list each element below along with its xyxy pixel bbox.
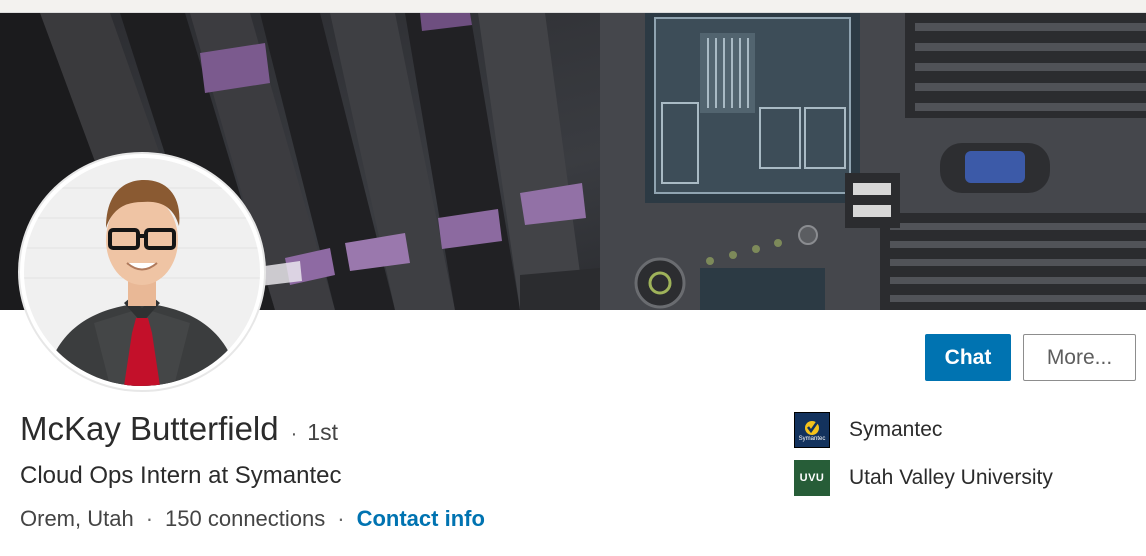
- name-row: McKay Butterfield · 1st: [20, 410, 338, 448]
- uvu-logo-icon: UVU: [794, 460, 830, 496]
- meta-separator: ·: [145, 506, 154, 531]
- org-label: Symantec: [849, 418, 943, 441]
- profile-headline: Cloud Ops Intern at Symantec: [20, 462, 342, 489]
- contact-info-link[interactable]: Contact info: [357, 506, 485, 532]
- profile-meta: Orem, Utah · 150 connections · Contact i…: [20, 506, 485, 532]
- connection-degree: 1st: [307, 419, 338, 445]
- more-button[interactable]: More...: [1023, 334, 1136, 381]
- org-item-uvu[interactable]: UVU Utah Valley University: [794, 460, 1053, 496]
- profile-location: Orem, Utah: [20, 506, 134, 531]
- connections-count[interactable]: 150 connections: [165, 506, 325, 532]
- chat-button[interactable]: Chat: [925, 334, 1011, 381]
- symantec-logo-icon: Symantec: [794, 412, 830, 448]
- symantec-logo-text: Symantec: [798, 435, 826, 442]
- meta-separator: ·: [337, 506, 345, 531]
- org-item-symantec[interactable]: Symantec Symantec: [794, 412, 942, 448]
- degree-separator: ·: [290, 423, 298, 445]
- org-label: Utah Valley University: [849, 466, 1053, 489]
- profile-name: McKay Butterfield: [20, 410, 279, 447]
- top-strip: [0, 0, 1146, 13]
- profile-avatar[interactable]: [24, 158, 260, 386]
